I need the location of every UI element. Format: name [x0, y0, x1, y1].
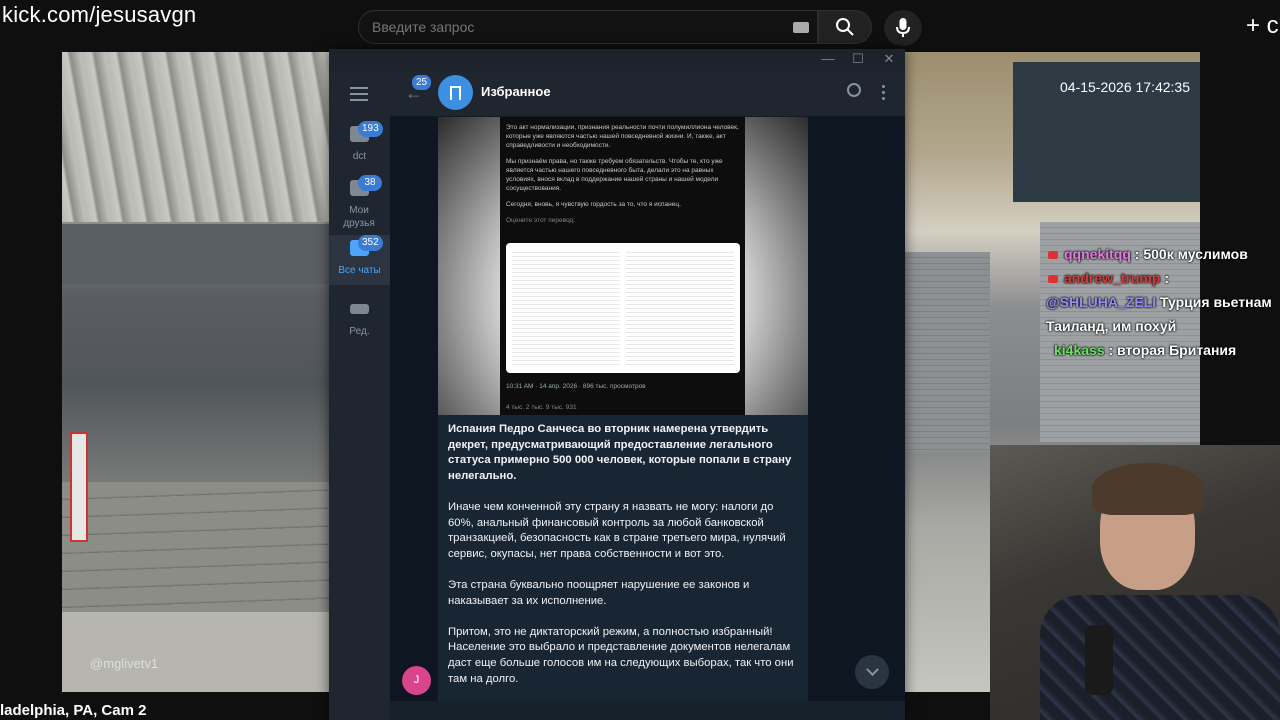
- awning: [62, 52, 330, 222]
- streamer-shirt: [1040, 595, 1280, 720]
- folder-label: Ред.: [349, 326, 370, 337]
- camera-feed-left: @mglivetv1: [62, 52, 330, 692]
- folder-friends[interactable]: 38 Мои друзья: [329, 175, 390, 229]
- tweet-paragraph: Мы признаём права, но также требуем обяз…: [506, 158, 723, 192]
- sidewalk: [62, 612, 330, 692]
- unread-count: 193: [358, 121, 383, 137]
- station-wall: [62, 224, 330, 284]
- message-image[interactable]: Это акт нормализации, признания реальнос…: [438, 117, 808, 415]
- compose-bar[interactable]: [390, 701, 905, 720]
- more-options-icon[interactable]: [882, 85, 886, 103]
- folder-edit[interactable]: Ред.: [329, 296, 390, 346]
- unread-count: 38: [358, 175, 382, 191]
- chat-badge-icon: [1048, 251, 1058, 260]
- chat-username: qqnekitqq: [1064, 246, 1131, 262]
- microphone-icon: [1085, 625, 1113, 695]
- maximize-icon[interactable]: ☐: [849, 51, 867, 67]
- search-input[interactable]: [359, 11, 769, 43]
- chat-message: qqnekitqq : 500к муслимов: [1046, 242, 1280, 266]
- folder-all-chats[interactable]: 352 Все чаты: [329, 235, 390, 285]
- search-icon: [836, 18, 854, 36]
- folder-dct[interactable]: 193 dct: [329, 121, 390, 171]
- camera-label: ladelphia, PA, Cam 2: [0, 702, 147, 719]
- chat-text: : вторая Британия: [1108, 342, 1237, 358]
- translation-rating: Оцените этот перевод:: [506, 217, 576, 224]
- chat-username: andrew_trump: [1064, 270, 1161, 286]
- bookmark-icon: [450, 85, 461, 100]
- minimize-icon[interactable]: —: [819, 51, 837, 66]
- create-button[interactable]: + c: [1246, 12, 1279, 40]
- camera-watermark: @mglivetv1: [90, 656, 159, 671]
- chevron-down-icon: [865, 662, 879, 676]
- window-titlebar: — ☐ ✕: [329, 49, 905, 71]
- message-bubble[interactable]: Это акт нормализации, признания реальнос…: [438, 117, 808, 701]
- stairs: [62, 482, 330, 622]
- chat-username: @SHLUHA_ZELI: [1046, 294, 1157, 310]
- telegram-window: — ☐ ✕ 193 dct 38 Мои друзья 352 Все чаты: [329, 49, 905, 720]
- stream-chat: qqnekitqq : 500к муслимов andrew_trump :…: [1046, 242, 1280, 362]
- tweet-paragraph: Сегодня, вновь, я чувствую гордость за т…: [506, 201, 681, 208]
- menu-icon[interactable]: [350, 87, 368, 101]
- tweet-paragraph: Это акт нормализации, признания реальнос…: [506, 124, 739, 149]
- streamer-hair: [1092, 463, 1204, 515]
- streamer-webcam: [990, 445, 1280, 720]
- chat-title[interactable]: Избранное: [481, 84, 551, 99]
- chat-text: : 500к муслимов: [1134, 246, 1248, 262]
- message-paragraph: Эта страна буквально поощряет нарушение …: [448, 578, 750, 607]
- keyboard-icon[interactable]: [793, 22, 809, 33]
- message-paragraph: Притом, это не диктаторский режим, а пол…: [448, 625, 794, 685]
- tweet-meta: 10:31 AM · 14 апр. 2026 · 896 тыс. просм…: [506, 383, 646, 390]
- chat-badge-icon: [1048, 275, 1058, 284]
- street-sign: [70, 432, 88, 542]
- search-button[interactable]: [818, 10, 872, 44]
- tweet-actions: 4 тыс. 2 тыс. 9 тыс. 931: [506, 404, 577, 411]
- message-area: Это акт нормализации, признания реальнос…: [390, 117, 905, 701]
- roll-shutter: [905, 252, 990, 452]
- folder-sidebar: 193 dct 38 Мои друзья 352 Все чаты Ред.: [329, 71, 390, 720]
- sliders-icon: [350, 304, 369, 314]
- document-page: [512, 249, 620, 367]
- saved-messages-avatar[interactable]: [438, 75, 473, 110]
- camera-timestamp: 04-15-2026 17:42:35: [1060, 79, 1190, 95]
- voice-search-button[interactable]: [884, 10, 922, 46]
- mic-icon: [896, 18, 910, 37]
- chat-message: ki4kass : вторая Британия: [1046, 338, 1280, 362]
- unread-count: 352: [358, 235, 383, 251]
- chat-text: Таиланд, им похуй: [1046, 318, 1177, 334]
- scroll-down-button[interactable]: [855, 655, 889, 689]
- chat-text: Турция вьетнам: [1160, 294, 1272, 310]
- message-text: Испания Педро Санчеса во вторник намерен…: [448, 422, 802, 701]
- chat-header: ← 25 Избранное: [390, 71, 905, 117]
- search-box[interactable]: [358, 10, 818, 44]
- chat-message: Таиланд, им похуй: [1046, 314, 1280, 338]
- folder-label: dct: [352, 151, 367, 162]
- close-icon[interactable]: ✕: [880, 51, 898, 67]
- stream-frame: @mglivetv1 ladelphia, PA, Cam 2 04-15-20…: [0, 0, 1280, 720]
- folder-label: Все чаты: [338, 265, 381, 276]
- stream-url: kick.com/jesusavgn: [2, 2, 197, 27]
- search-icon[interactable]: [847, 83, 861, 97]
- chat-text: :: [1164, 270, 1170, 286]
- sender-avatar[interactable]: J: [402, 666, 431, 695]
- tweet-screenshot: Это акт нормализации, признания реальнос…: [500, 117, 745, 415]
- message-paragraph: Иначе чем конченной эту страну я назвать…: [448, 500, 786, 560]
- back-unread-badge: 25: [412, 75, 432, 90]
- document-page: [626, 249, 734, 367]
- folder-label: Мои друзья: [343, 205, 375, 229]
- message-paragraph: Испания Педро Санчеса во вторник намерен…: [448, 423, 792, 482]
- document-image: [506, 243, 740, 373]
- chat-message: @SHLUHA_ZELI Турция вьетнам: [1046, 290, 1280, 314]
- chat-username: ki4kass: [1054, 342, 1105, 358]
- chat-message: andrew_trump :: [1046, 266, 1280, 290]
